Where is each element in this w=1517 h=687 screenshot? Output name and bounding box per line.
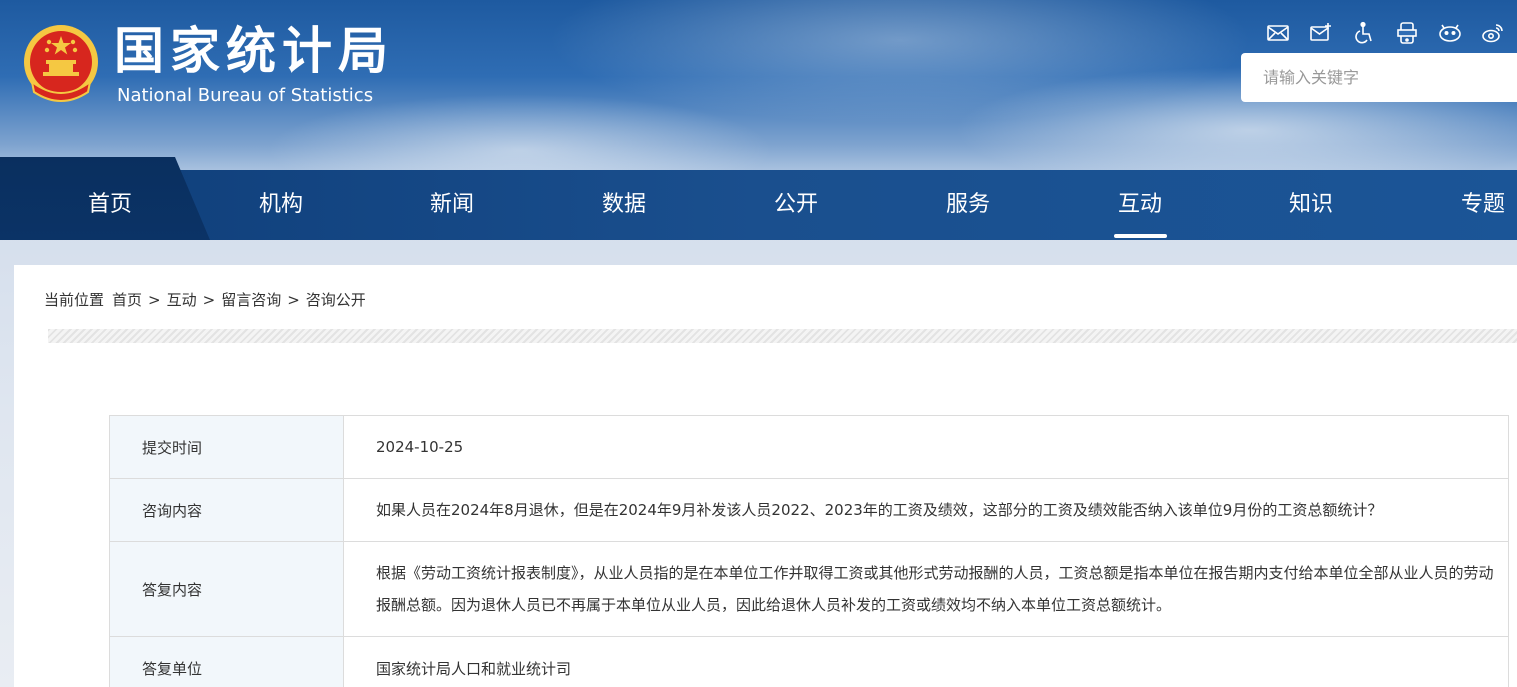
breadcrumb-separator: >: [148, 291, 161, 309]
breadcrumb-link-interaction[interactable]: 互动: [167, 289, 197, 311]
question-value: 如果人员在2024年8月退休，但是在2024年9月补发该人员2022、2023年…: [343, 478, 1509, 542]
nav-item-news[interactable]: 新闻: [430, 170, 474, 240]
nav-item-home[interactable]: 首页: [88, 170, 132, 240]
reply-unit-value: 国家统计局人口和就业统计司: [343, 636, 1509, 687]
nav-item-interaction[interactable]: 互动: [1118, 170, 1162, 240]
answer-label: 答复内容: [109, 541, 344, 637]
national-emblem-icon: [24, 25, 98, 102]
breadcrumb-link-home[interactable]: 首页: [112, 289, 142, 311]
nav-item-knowledge[interactable]: 知识: [1289, 170, 1333, 240]
search-input[interactable]: [1263, 68, 1503, 87]
divider-stripe: [48, 329, 1517, 343]
question-label: 咨询内容: [109, 478, 344, 542]
qa-table: 提交时间 2024-10-25 咨询内容 如果人员在2024年8月退休，但是在2…: [109, 415, 1509, 687]
breadcrumb-link-public[interactable]: 咨询公开: [306, 289, 366, 311]
table-row: 答复内容 根据《劳动工资统计报表制度》，从业人员指的是在本单位工作并取得工资或其…: [109, 541, 1509, 637]
breadcrumb: 当前位置 首页 > 互动 > 留言咨询 > 咨询公开: [44, 289, 366, 311]
wechat-icon[interactable]: [1428, 18, 1471, 48]
submit-time-label: 提交时间: [109, 415, 344, 479]
nav-item-services[interactable]: 服务: [946, 170, 990, 240]
reply-unit-label: 答复单位: [109, 636, 344, 687]
nav-active-indicator: [1114, 234, 1167, 238]
submit-time-value: 2024-10-25: [343, 415, 1509, 479]
search-box: [1241, 53, 1517, 102]
breadcrumb-link-consultation[interactable]: 留言咨询: [221, 289, 281, 311]
nav-item-topics[interactable]: 专题: [1461, 170, 1505, 240]
message-icon[interactable]: [1299, 18, 1342, 48]
table-row: 咨询内容 如果人员在2024年8月退休，但是在2024年9月补发该人员2022、…: [109, 478, 1509, 542]
breadcrumb-prefix: 当前位置: [44, 291, 105, 309]
app-icon[interactable]: [1385, 18, 1428, 48]
table-row: 答复单位 国家统计局人口和就业统计司: [109, 636, 1509, 687]
site-subtitle: National Bureau of Statistics: [117, 85, 374, 106]
nav-item-organization[interactable]: 机构: [259, 170, 303, 240]
answer-value: 根据《劳动工资统计报表制度》，从业人员指的是在本单位工作并取得工资或其他形式劳动…: [343, 541, 1509, 637]
mail-icon[interactable]: [1256, 18, 1299, 48]
table-row: 提交时间 2024-10-25: [109, 415, 1509, 479]
breadcrumb-separator: >: [202, 291, 216, 309]
nav-item-data[interactable]: 数据: [602, 170, 646, 240]
header-tools: [1256, 18, 1514, 48]
accessibility-icon[interactable]: [1342, 18, 1385, 48]
breadcrumb-separator: >: [287, 291, 300, 309]
nav-item-disclosure[interactable]: 公开: [774, 170, 818, 240]
weibo-icon[interactable]: [1471, 18, 1514, 48]
site-title[interactable]: 国家统计局: [114, 22, 394, 80]
